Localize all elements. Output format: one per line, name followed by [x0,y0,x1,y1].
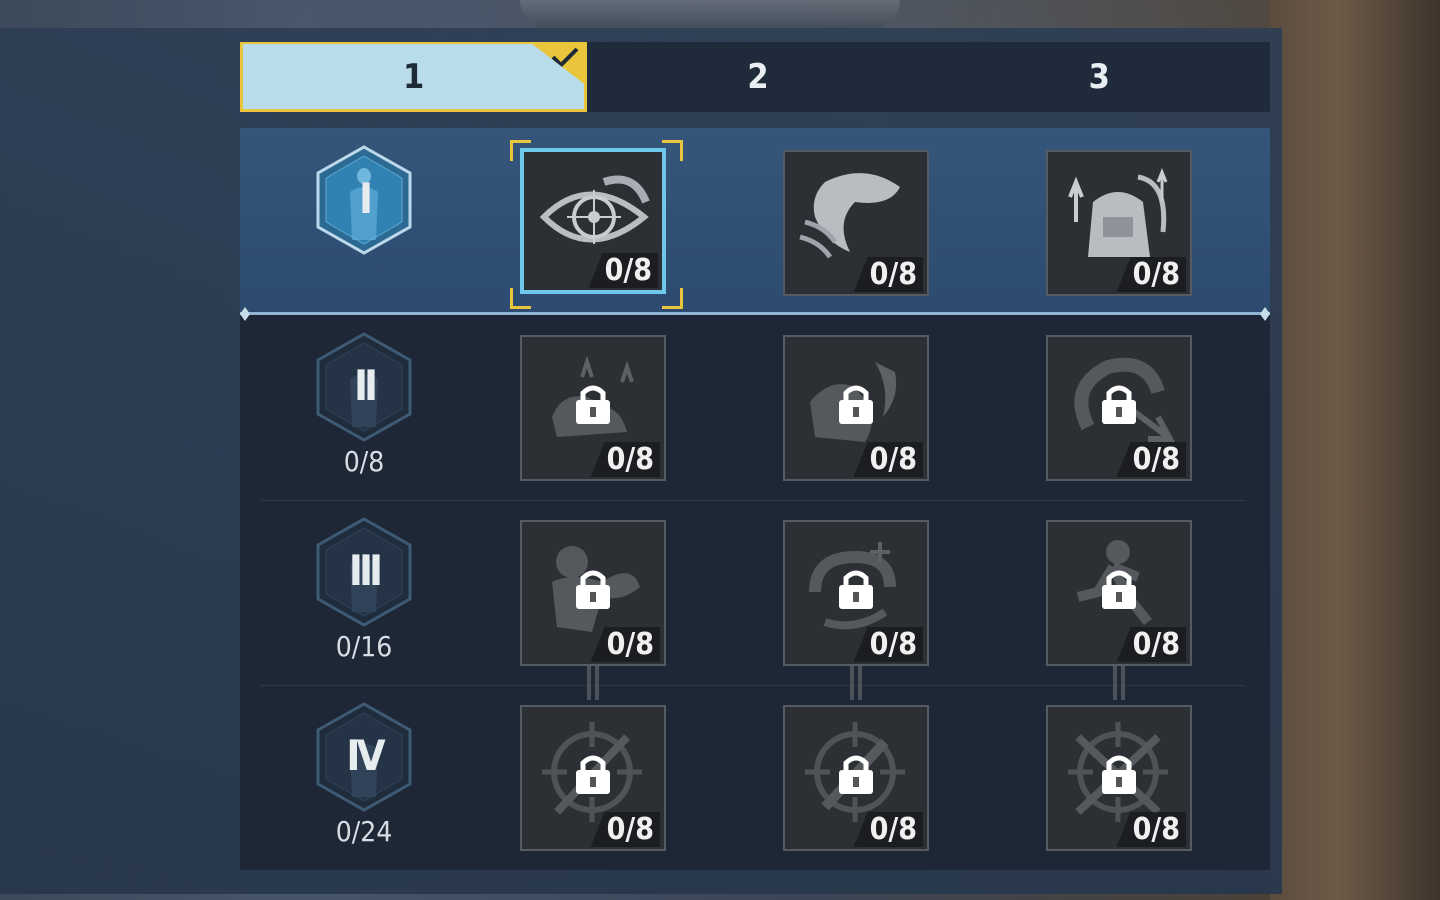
tier-numeral: III [348,546,383,595]
lock-icon [1096,565,1142,615]
skill-card[interactable]: 0/8 [1046,150,1192,296]
tier-count: 0/24 [335,815,393,848]
tab-label: 3 [1088,57,1110,97]
tier-row-4: IV 0/24 0/8 0/8 0/8 [240,685,1270,870]
skill-card[interactable]: 0/8 [783,150,929,296]
character-helmet-background [520,0,900,30]
skill-card[interactable]: 0/8 [520,148,666,294]
selection-corner [510,140,531,161]
tier-numeral: I [358,174,373,223]
backpack-upgrade-icon [1068,167,1168,257]
tier-tabs: 1 2 3 [240,42,1270,112]
tab-3[interactable]: 3 [929,42,1270,112]
skill-card[interactable]: 0/8 [783,335,929,481]
skill-card[interactable]: 0/8 [1046,520,1192,666]
skill-card[interactable]: 0/8 [783,520,929,666]
hex-emblem: III [314,516,414,628]
tab-label: 2 [747,57,769,97]
lock-icon [1096,380,1142,430]
lock-icon [570,380,616,430]
tier-row-3: III 0/16 0/8 0/8 0/8 [240,500,1270,685]
check-icon [551,47,579,68]
tier-row-2: II 0/8 0/8 0/8 0/8 [240,315,1270,500]
lock-icon [1096,750,1142,800]
tier-count: 0/8 [343,445,385,478]
skill-card[interactable]: 0/8 [783,705,929,851]
tier-badge[interactable]: II 0/8 [312,331,416,478]
tier-badge[interactable]: I [312,144,416,256]
checkmark-badge [532,44,585,84]
talent-grid: I 0/8 0/8 0/8 II 0/8 0/8 0/8 0/8 III 0/1… [240,128,1270,870]
lock-icon [570,750,616,800]
tier-row-1: I 0/8 0/8 0/8 [240,128,1270,315]
sprint-dust-icon [799,173,900,259]
selection-corner [662,288,683,309]
skill-card[interactable]: 0/8 [520,335,666,481]
tab-2[interactable]: 2 [587,42,928,112]
hex-emblem: II [314,331,414,443]
tier-badge[interactable]: IV 0/24 [312,701,416,848]
lock-icon [570,565,616,615]
lock-icon [833,380,879,430]
tab-label: 1 [403,56,425,97]
selection-corner [662,140,683,161]
hex-emblem: IV [314,701,414,813]
skill-card[interactable]: 0/8 [1046,705,1192,851]
tier-numeral: II [353,361,378,410]
skill-card[interactable]: 0/8 [520,705,666,851]
selection-corner [510,288,531,309]
tier-count: 0/16 [335,630,393,663]
hex-emblem: I [314,144,414,256]
skill-card[interactable]: 0/8 [1046,335,1192,481]
background-wall [1270,0,1440,900]
skill-card[interactable]: 0/8 [520,520,666,666]
lock-icon [833,565,879,615]
tab-1[interactable]: 1 [240,42,588,112]
tier-badge[interactable]: III 0/16 [312,516,416,663]
lock-icon [833,750,879,800]
tier-numeral: IV [346,731,385,780]
